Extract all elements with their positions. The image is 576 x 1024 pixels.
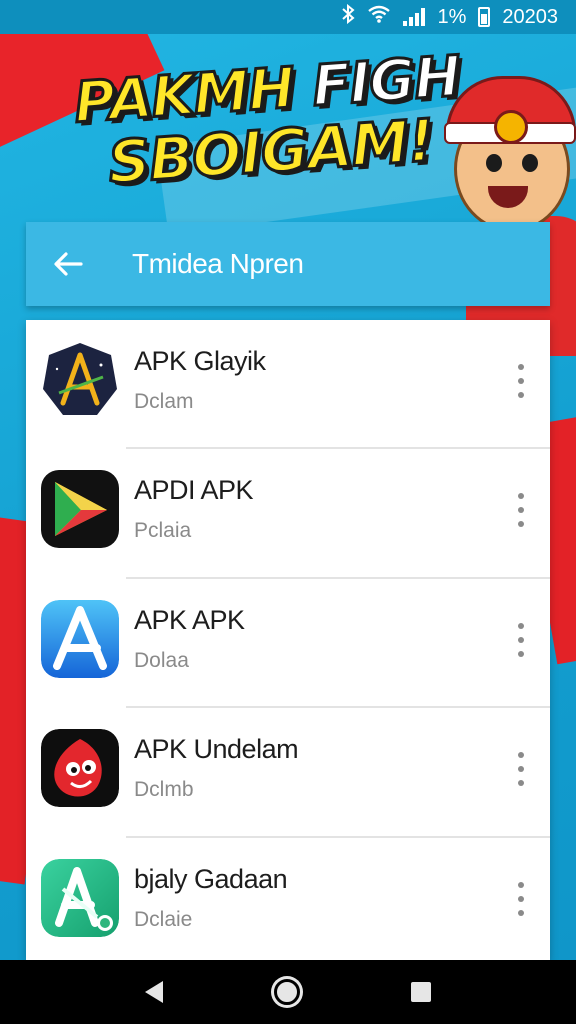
- app-name: APK Glayik: [134, 346, 266, 376]
- list-item[interactable]: APK Glayik Dclam: [26, 320, 550, 450]
- more-vert-icon[interactable]: [514, 752, 528, 787]
- app-subtitle: Dclam: [134, 390, 194, 413]
- more-vert-icon[interactable]: [514, 493, 528, 528]
- bluetooth-icon: [341, 3, 356, 30]
- app-subtitle: Dclaie: [134, 907, 193, 931]
- clock: 20203: [502, 5, 558, 28]
- app-name: APK Undelam: [134, 734, 299, 765]
- letter-a-icon: [41, 599, 119, 678]
- app-name: APDI APK: [134, 475, 254, 506]
- more-vert-icon[interactable]: [514, 364, 528, 398]
- app-list: APK Glayik Dclam APDI APK Pclaia APK APK…: [26, 320, 550, 960]
- nav-recents-icon[interactable]: [410, 982, 431, 1002]
- list-item[interactable]: APK Undelam Dclmb: [26, 708, 550, 838]
- arrow-left-icon[interactable]: [50, 246, 86, 282]
- more-vert-icon[interactable]: [514, 881, 528, 916]
- green-a-icon: [41, 858, 119, 937]
- more-vert-icon[interactable]: [514, 622, 528, 657]
- battery-percent: 1%: [437, 5, 467, 28]
- app-name: APK APK: [134, 604, 245, 635]
- system-nav-bar: [0, 960, 576, 1024]
- wifi-icon: [367, 5, 391, 29]
- list-item[interactable]: APDI APK Pclaia: [26, 449, 550, 579]
- app-name: bjaly Gadaan: [134, 863, 288, 894]
- signal-icon: [403, 8, 426, 26]
- nav-home-icon[interactable]: [273, 979, 300, 1005]
- app-subtitle: Dolaa: [134, 648, 189, 672]
- status-bar: 1% 20203: [0, 0, 576, 34]
- battery-icon: [478, 7, 491, 27]
- promo-headline: PAKMH FIGH SBOIGAM!: [71, 43, 479, 199]
- archer-icon: [41, 341, 119, 419]
- headline-word: FIGH: [309, 43, 464, 121]
- app-bar: Tmidea Npren: [26, 222, 550, 306]
- play-triangle-icon: [41, 470, 119, 549]
- app-subtitle: Pclaia: [134, 519, 192, 543]
- nav-back-icon[interactable]: [145, 981, 164, 1003]
- red-face-icon: [41, 729, 119, 808]
- list-item[interactable]: APK APK Dolaa: [26, 579, 550, 709]
- list-item[interactable]: bjaly Gadaan Dclaie: [26, 838, 550, 960]
- page-title: Tmidea Npren: [132, 248, 304, 279]
- app-subtitle: Dclmb: [134, 778, 194, 802]
